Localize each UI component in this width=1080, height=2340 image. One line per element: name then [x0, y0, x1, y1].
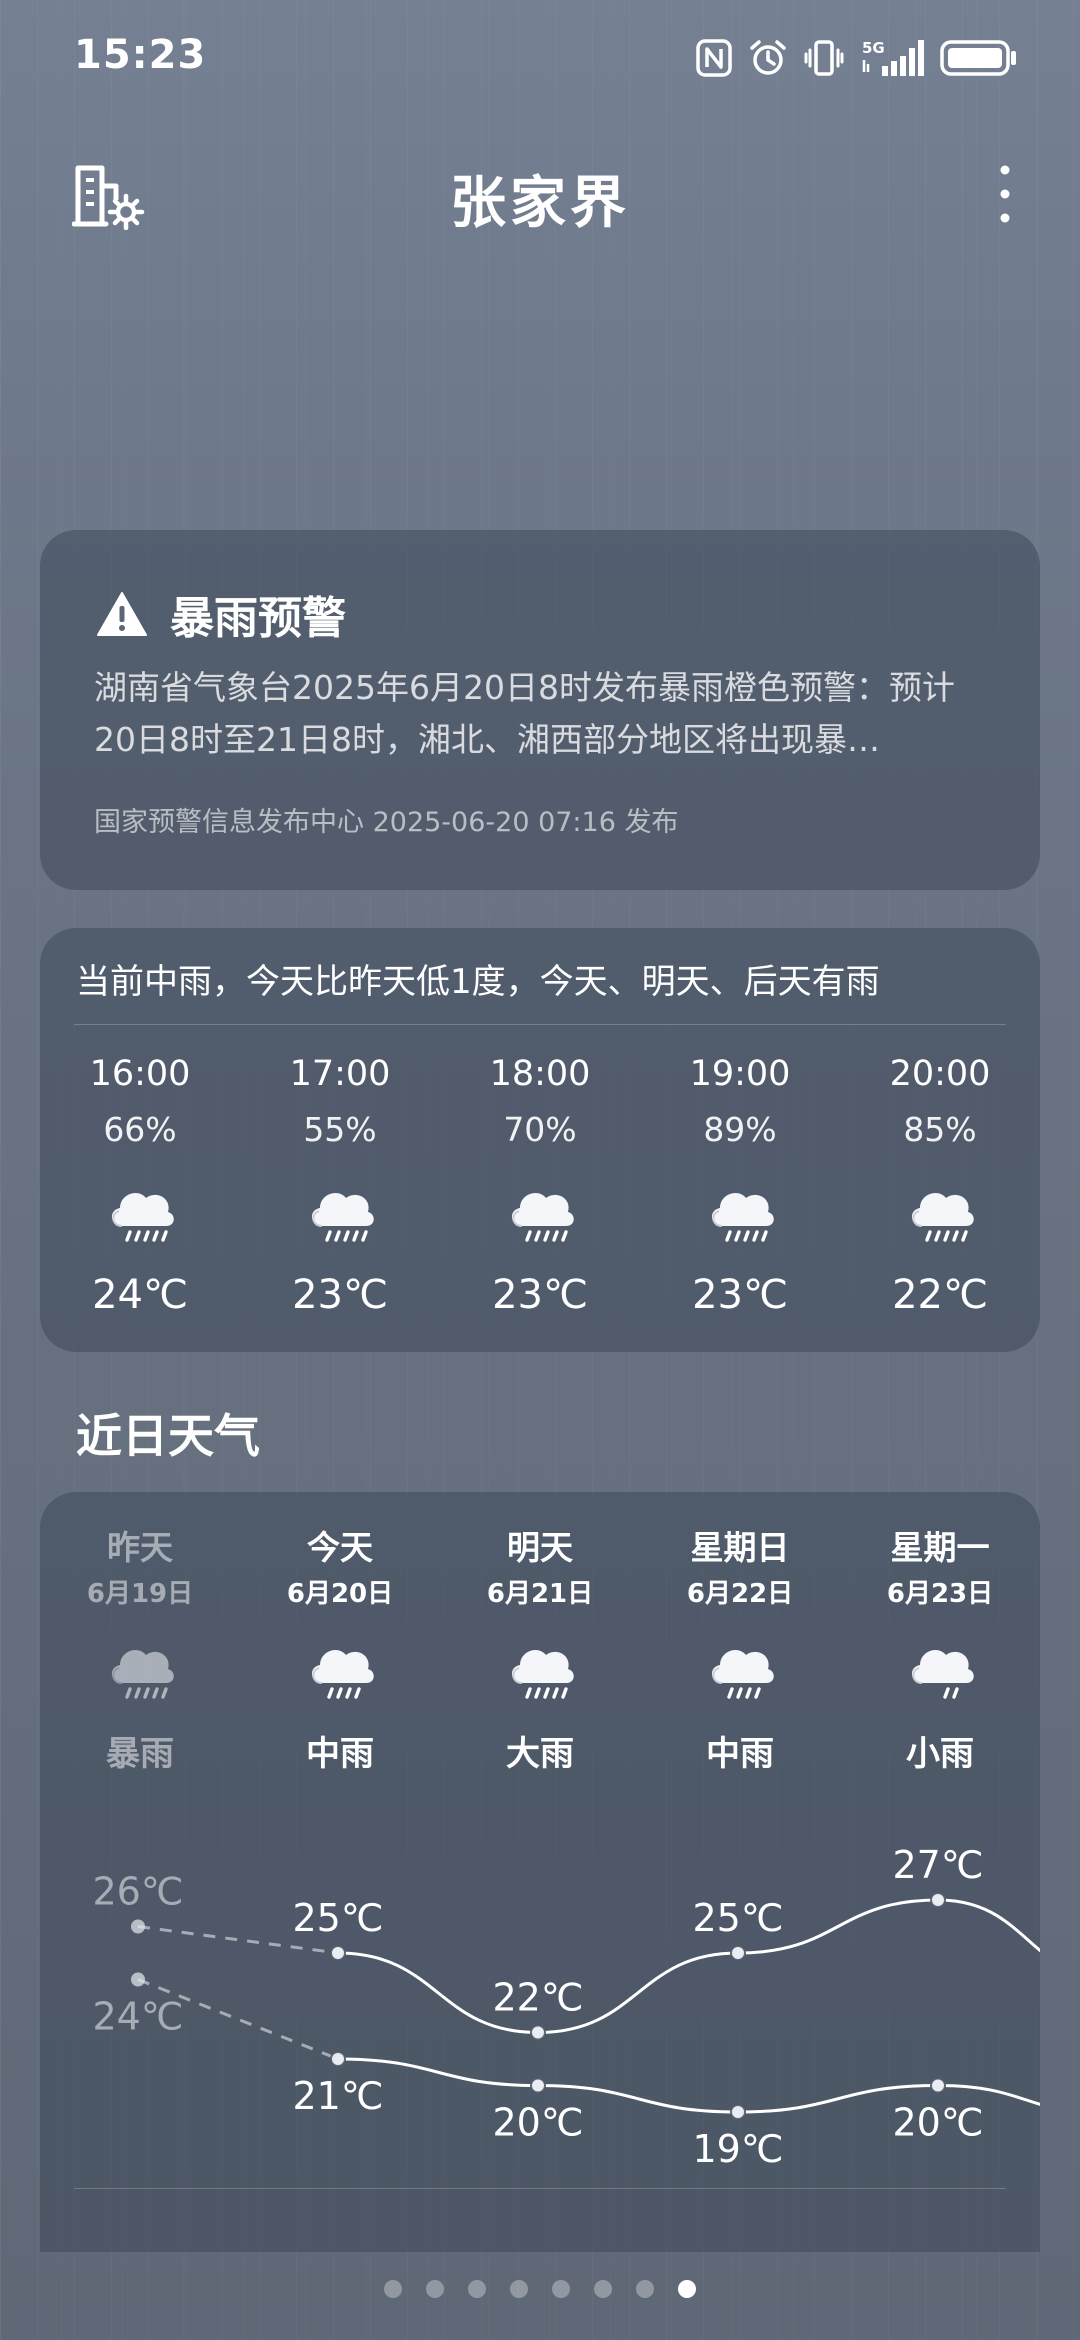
low-temp-point	[330, 2051, 346, 2067]
svg-text:5G: 5G	[862, 39, 885, 57]
alert-source: 国家预警信息发布中心 2025-06-20 07:16 发布	[94, 807, 679, 838]
high-temp-point	[730, 1945, 746, 1961]
precipitation-probability: 85%	[903, 1110, 977, 1149]
low-temp-label: 20℃	[892, 2101, 983, 2145]
page-dot-active[interactable]	[678, 2280, 696, 2298]
page-dot[interactable]	[510, 2280, 528, 2298]
daily-section-title: 近日天气	[76, 1409, 260, 1463]
high-temp-point	[131, 1919, 145, 1934]
temperature-trend-chart: 26℃ 25℃ 22℃ 25℃ 27℃ 24℃ 21℃ 20℃ 19℃ 20℃	[92, 1843, 1040, 2171]
low-temp-label: 20℃	[492, 2101, 583, 2145]
page-dot[interactable]	[594, 2280, 612, 2298]
hourly-temperature: 22℃	[892, 1272, 988, 1318]
weather-alert-card[interactable]: 暴雨预警 湖南省气象台2025年6月20日8时发布暴雨橙色预警：预计20日8时至…	[40, 530, 1040, 890]
high-temp-point	[530, 2024, 546, 2041]
more-icon	[1000, 165, 1010, 223]
rain-cloud-icon	[911, 1193, 974, 1242]
hourly-item: 17:00 55% 23℃	[250, 1046, 430, 1322]
hourly-item: 18:00 70% 23℃	[450, 1046, 630, 1322]
low-temp-label: 24℃	[92, 1995, 183, 2039]
hourly-item: 16:00 66% 24℃	[50, 1046, 230, 1322]
hourly-temperature: 23℃	[292, 1272, 388, 1318]
high-temp-label: 27℃	[892, 1843, 983, 1887]
hourly-item: 19:00 89% 23℃	[650, 1046, 830, 1322]
high-temp-label: 22℃	[492, 1976, 583, 2020]
low-temp-label: 21℃	[292, 2074, 383, 2118]
alert-header: 暴雨预警	[96, 582, 346, 646]
hourly-time: 17:00	[289, 1054, 391, 1094]
hourly-time: 20:00	[889, 1054, 991, 1094]
hourly-temperature: 24℃	[92, 1272, 188, 1318]
more-button[interactable]	[990, 160, 1020, 230]
hourly-temperature: 23℃	[692, 1272, 788, 1318]
status-time: 15:23	[74, 32, 207, 78]
nfc-icon	[696, 39, 732, 77]
high-temp-point	[930, 1892, 946, 1908]
hourly-time: 19:00	[689, 1054, 791, 1094]
page-dot[interactable]	[636, 2280, 654, 2298]
page-dot[interactable]	[468, 2280, 486, 2298]
divider	[74, 1024, 1006, 1025]
alarm-icon	[750, 40, 786, 75]
weather-summary: 当前中雨，今天比昨天低1度，今天、明天、后天有雨	[76, 962, 880, 1002]
high-temp-label: 26℃	[92, 1870, 183, 1914]
low-temp-point	[730, 2104, 746, 2120]
hourly-item: 20:00 85% 22℃	[850, 1046, 1030, 1322]
header: 张家界	[0, 150, 1080, 240]
precipitation-probability: 55%	[303, 1110, 377, 1149]
divider	[74, 2188, 1006, 2189]
page-indicator[interactable]	[0, 2280, 1080, 2298]
status-bar: 15:23 5G	[0, 0, 1080, 120]
daily-forecast-card[interactable]: 昨天 6月19日 暴雨 今天 6月20日 中雨 明天 6月21日 大雨 星期日 …	[40, 1492, 1040, 2252]
alert-body: 湖南省气象台2025年6月20日8时发布暴雨橙色预警：预计20日8时至21日8时…	[94, 668, 955, 759]
status-icons: 5G	[696, 36, 1018, 80]
warning-icon	[97, 592, 147, 636]
hourly-time: 16:00	[89, 1054, 191, 1094]
high-temp-line	[337, 1898, 1040, 2035]
high-temp-point	[330, 1945, 346, 1961]
low-temp-label: 19℃	[692, 2127, 783, 2171]
rain-cloud-icon	[511, 1193, 574, 1242]
precipitation-probability: 66%	[103, 1110, 177, 1149]
precipitation-probability: 89%	[703, 1110, 777, 1149]
low-temp-point	[930, 2077, 946, 2094]
battery-icon	[940, 40, 1016, 76]
rain-cloud-icon	[111, 1193, 174, 1242]
high-temp-label: 25℃	[692, 1896, 783, 1940]
precipitation-probability: 70%	[503, 1110, 577, 1149]
low-temp-point	[131, 1972, 145, 1987]
vibrate-icon	[804, 40, 844, 76]
hourly-forecast-card[interactable]: 当前中雨，今天比昨天低1度，今天、明天、后天有雨 16:00 66% 24℃ 1…	[40, 928, 1040, 1352]
hourly-time: 18:00	[489, 1054, 591, 1094]
rain-cloud-icon	[311, 1193, 374, 1242]
rain-cloud-icon	[711, 1193, 774, 1242]
hourly-temperature: 23℃	[492, 1272, 588, 1318]
city-title[interactable]: 张家界	[0, 158, 1080, 239]
signal-5g-icon: 5G	[862, 39, 924, 76]
page-dot[interactable]	[552, 2280, 570, 2298]
low-temp-point	[530, 2077, 546, 2094]
page-dot[interactable]	[384, 2280, 402, 2298]
page-dot[interactable]	[426, 2280, 444, 2298]
high-temp-label: 25℃	[292, 1896, 383, 1940]
alert-title: 暴雨预警	[170, 593, 346, 644]
